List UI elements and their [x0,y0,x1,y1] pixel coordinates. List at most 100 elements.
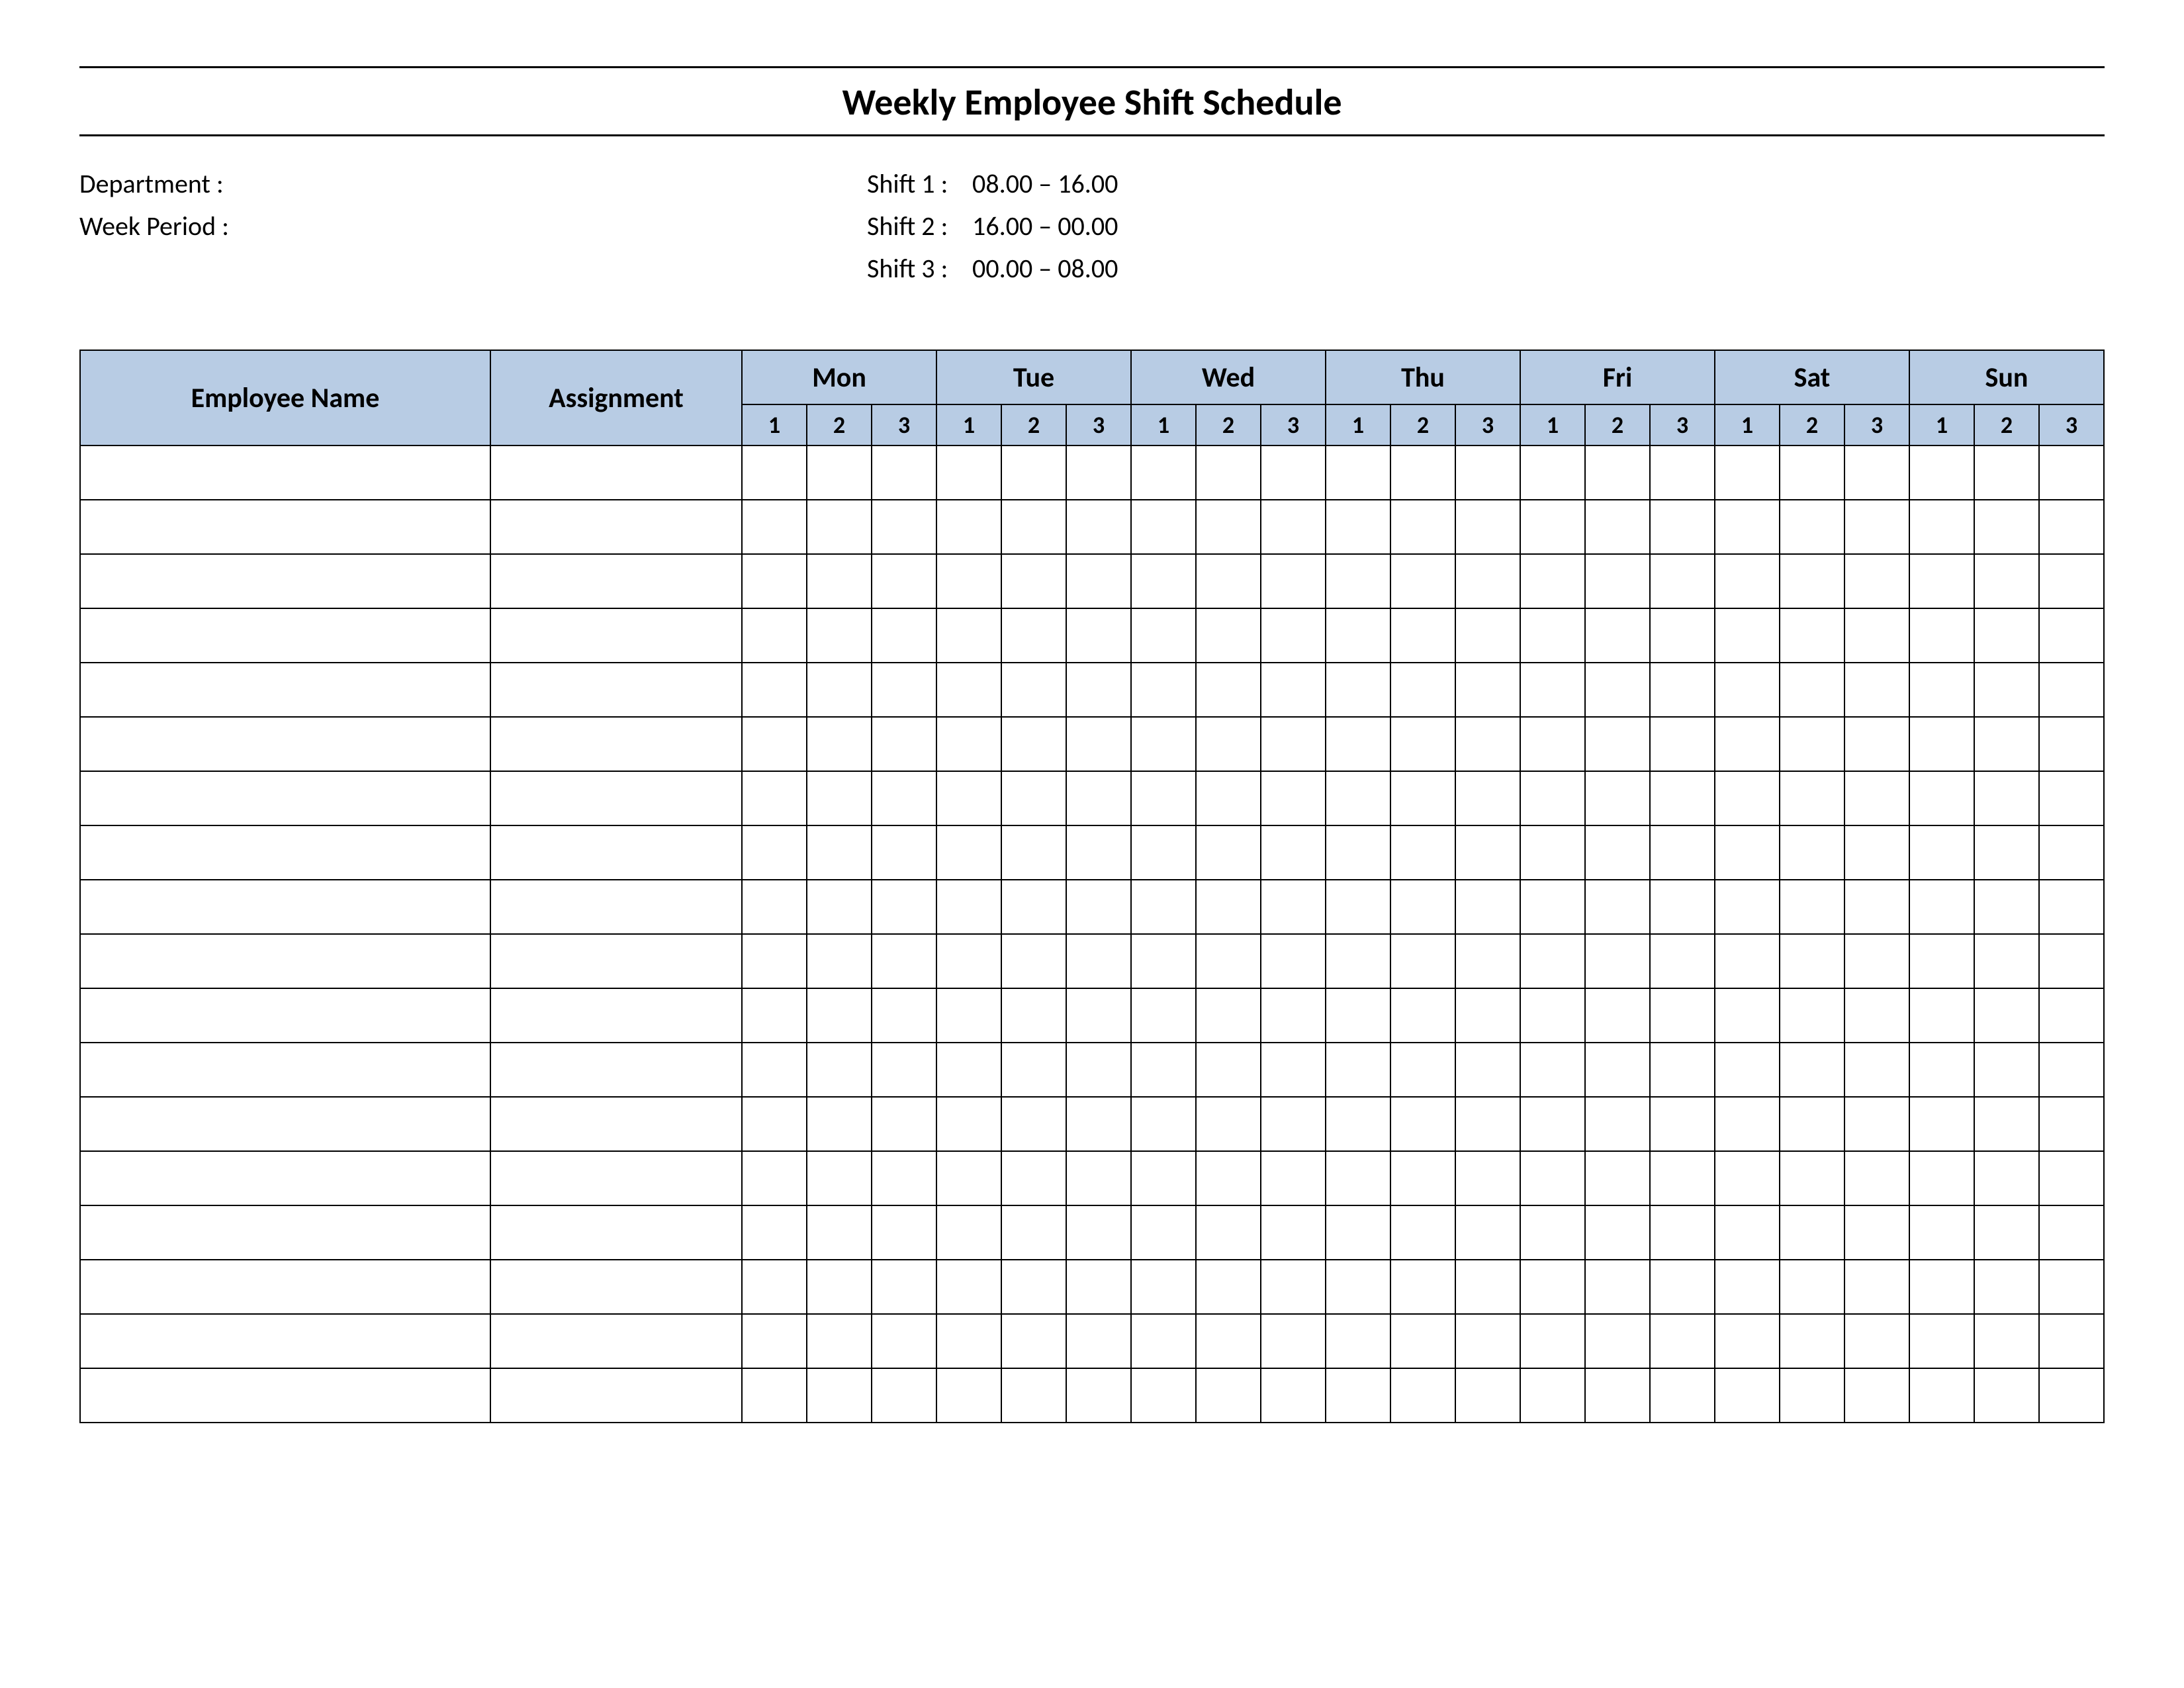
table-cell [742,1260,807,1314]
table-cell [1974,1314,2039,1368]
table-cell [1326,1043,1390,1097]
table-cell [1844,988,1909,1043]
table-cell [1001,1314,1066,1368]
sub-sun-2: 2 [1974,404,2039,445]
table-cell [1326,1097,1390,1151]
table-row [80,1260,2104,1314]
table-cell [1909,1151,1974,1205]
table-cell [807,445,872,500]
table-cell [1780,825,1844,880]
table-cell [1131,1314,1196,1368]
table-cell [1001,1205,1066,1260]
table-cell [1066,554,1131,608]
table-cell [1326,663,1390,717]
table-cell [1455,1314,1520,1368]
table-cell [1844,445,1909,500]
table-cell [490,825,742,880]
table-cell [1650,771,1715,825]
sub-mon-3: 3 [872,404,936,445]
table-cell [80,771,490,825]
table-cell [80,825,490,880]
table-cell [1196,1043,1261,1097]
sub-thu-2: 2 [1390,404,1455,445]
table-cell [1650,988,1715,1043]
table-cell [80,1097,490,1151]
table-cell [1520,1260,1585,1314]
table-cell [1196,1151,1261,1205]
table-cell [1001,608,1066,663]
table-cell [1455,445,1520,500]
table-cell [1780,1043,1844,1097]
table-cell [1196,717,1261,771]
table-cell [1715,500,1780,554]
table-cell [1844,608,1909,663]
table-cell [1326,880,1390,934]
table-cell [1650,663,1715,717]
table-cell [872,934,936,988]
table-cell [1001,1097,1066,1151]
table-cell [742,663,807,717]
table-cell [1001,717,1066,771]
table-cell [2039,1151,2104,1205]
table-cell [1844,825,1909,880]
table-cell [742,554,807,608]
meta-left: Department : Week Period : [79,163,774,290]
table-cell [936,1314,1001,1368]
table-cell [1780,1151,1844,1205]
table-cell [1196,663,1261,717]
table-cell [1066,1260,1131,1314]
table-cell [1974,554,2039,608]
table-cell [1650,1097,1715,1151]
table-cell [807,1043,872,1097]
table-cell [490,880,742,934]
table-cell [1196,1205,1261,1260]
sub-fri-1: 1 [1520,404,1585,445]
table-row [80,554,2104,608]
table-cell [1455,500,1520,554]
sub-sat-2: 2 [1780,404,1844,445]
table-cell [1909,1205,1974,1260]
table-cell [1520,1205,1585,1260]
table-cell [1844,771,1909,825]
table-cell [1455,934,1520,988]
table-cell [1715,445,1780,500]
table-cell [1066,1043,1131,1097]
table-cell [1844,934,1909,988]
table-cell [490,1097,742,1151]
table-cell [1909,988,1974,1043]
table-cell [1001,771,1066,825]
table-cell [1261,988,1326,1043]
sub-sat-3: 3 [1844,404,1909,445]
table-cell [1261,825,1326,880]
table-cell [1974,1260,2039,1314]
table-cell [1909,608,1974,663]
table-cell [1131,1097,1196,1151]
table-cell [1261,445,1326,500]
table-cell [742,1043,807,1097]
table-cell [1455,988,1520,1043]
table-cell [2039,663,2104,717]
table-cell [1650,608,1715,663]
table-cell [1001,554,1066,608]
table-cell [1780,934,1844,988]
table-row [80,825,2104,880]
table-cell [1455,663,1520,717]
table-cell [742,1314,807,1368]
table-cell [80,1205,490,1260]
table-cell [1455,717,1520,771]
sub-fri-2: 2 [1585,404,1650,445]
table-cell [1974,771,2039,825]
table-cell [1196,445,1261,500]
sub-fri-3: 3 [1650,404,1715,445]
table-cell [1520,500,1585,554]
table-cell [1131,1043,1196,1097]
table-cell [1390,663,1455,717]
table-cell [1001,825,1066,880]
table-cell [1909,825,1974,880]
table-cell [1715,1260,1780,1314]
table-cell [936,608,1001,663]
table-cell [1001,880,1066,934]
table-cell [807,554,872,608]
table-cell [1585,1205,1650,1260]
table-cell [490,445,742,500]
